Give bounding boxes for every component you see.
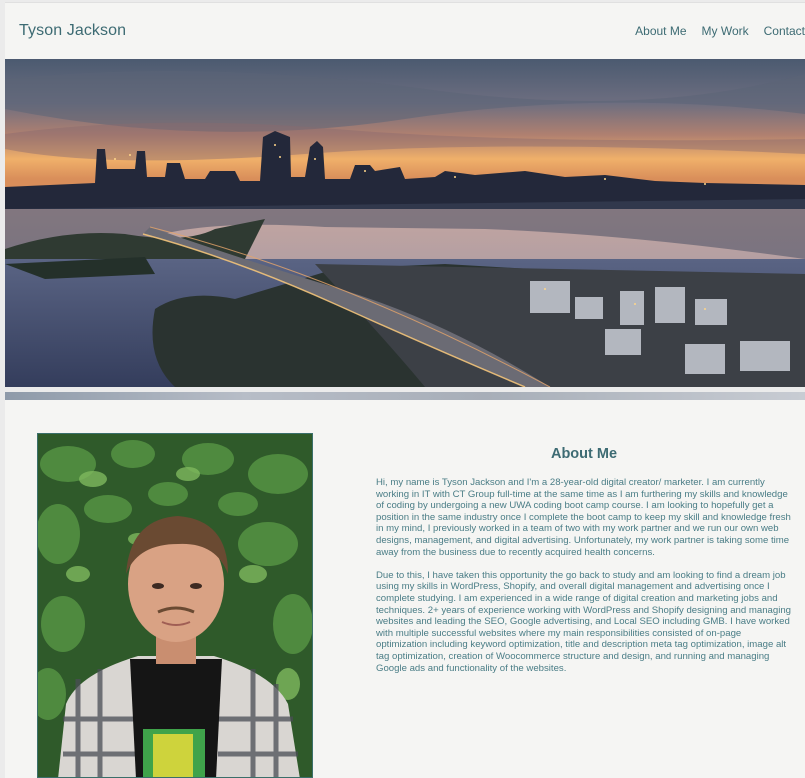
nav-my-work[interactable]: My Work [702,24,749,38]
about-body: Hi, my name is Tyson Jackson and I'm a 2… [376,477,792,686]
main-nav: About Me My Work Contact [620,24,805,38]
divider-strip [5,392,805,400]
nav-contact[interactable]: Contact [764,24,805,38]
about-heading: About Me [550,446,618,462]
nav-about-me[interactable]: About Me [635,24,686,38]
hero-city-image [5,59,805,387]
brand-name[interactable]: Tyson Jackson [19,22,126,40]
about-paragraph-1: Hi, my name is Tyson Jackson and I'm a 2… [376,477,791,558]
site-header: Tyson Jackson About Me My Work Contact [5,2,805,59]
about-paragraph-2: Due to this, I have taken this opportuni… [376,569,791,674]
about-section: About Me Hi, my name is Tyson Jackson an… [5,400,805,778]
profile-photo [37,433,313,778]
